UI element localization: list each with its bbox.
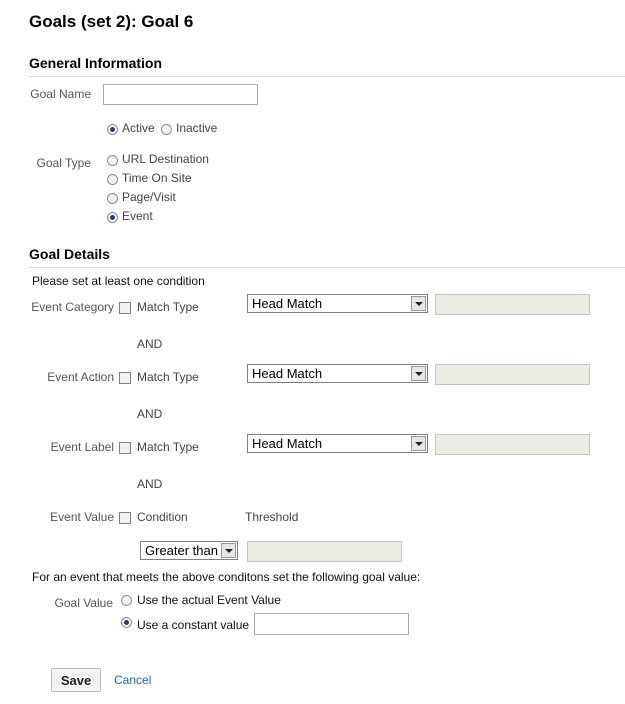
goal-value-label: Goal Value xyxy=(54,596,113,610)
divider xyxy=(29,267,625,268)
event-value-label: Event Value xyxy=(50,510,114,524)
event-action-match-select[interactable]: Head Match xyxy=(247,364,428,383)
goal-type-time-on-site-radio[interactable] xyxy=(107,174,118,185)
divider xyxy=(29,76,625,77)
use-actual-event-value-label: Use the actual Event Value xyxy=(137,593,281,607)
inactive-label: Inactive xyxy=(176,121,218,135)
goal-name-input[interactable] xyxy=(103,84,258,105)
cancel-link[interactable]: Cancel xyxy=(114,673,151,687)
event-category-match-type-checkbox[interactable] xyxy=(119,302,131,314)
condition-instruction: Please set at least one condition xyxy=(32,274,205,288)
threshold-label: Threshold xyxy=(245,510,299,524)
goal-type-event-label: Event xyxy=(122,209,153,223)
page-title: Goals (set 2): Goal 6 xyxy=(29,12,194,31)
event-category-match-select-value: Head Match xyxy=(252,296,323,311)
event-value-threshold-input[interactable] xyxy=(247,541,402,562)
event-label-match-select[interactable]: Head Match xyxy=(247,434,428,453)
event-action-label: Event Action xyxy=(47,370,114,384)
event-value-condition-label: Condition xyxy=(137,510,188,524)
goal-details-heading: Goal Details xyxy=(29,246,110,262)
event-label-match-type-label: Match Type xyxy=(137,440,199,454)
use-actual-event-value-radio[interactable] xyxy=(121,595,132,606)
goal-type-time-on-site-label: Time On Site xyxy=(122,171,192,185)
event-action-value-input[interactable] xyxy=(435,364,590,385)
event-action-match-type-label: Match Type xyxy=(137,370,199,384)
goal-type-label: Goal Type xyxy=(36,156,91,170)
general-information-heading: General Information xyxy=(29,55,163,71)
and-separator: AND xyxy=(137,477,163,491)
event-label-match-select-value: Head Match xyxy=(252,436,323,451)
use-constant-value-radio[interactable] xyxy=(121,617,132,628)
event-action-match-type-checkbox[interactable] xyxy=(119,372,131,384)
goal-type-page-visit-label: Page/Visit xyxy=(122,190,176,204)
event-category-value-input[interactable] xyxy=(435,294,590,315)
active-radio[interactable] xyxy=(107,124,118,135)
goal-type-event-radio[interactable] xyxy=(107,212,118,223)
constant-value-input[interactable] xyxy=(254,613,409,635)
use-constant-value-label: Use a constant value xyxy=(137,618,250,632)
and-separator: AND xyxy=(137,407,163,421)
goal-name-label: Goal Name xyxy=(30,87,91,101)
event-label-value-input[interactable] xyxy=(435,434,590,455)
chevron-down-icon xyxy=(221,543,236,558)
goal-type-url-destination-radio[interactable] xyxy=(107,155,118,166)
event-category-label: Event Category xyxy=(31,300,114,314)
event-label-match-type-checkbox[interactable] xyxy=(119,442,131,454)
event-action-match-select-value: Head Match xyxy=(252,366,323,381)
goal-value-instruction: For an event that meets the above condit… xyxy=(32,570,421,584)
active-label: Active xyxy=(122,121,155,135)
chevron-down-icon xyxy=(411,436,426,451)
event-value-condition-select-value: Greater than xyxy=(145,543,218,558)
event-value-condition-select[interactable]: Greater than xyxy=(140,541,238,560)
event-category-match-select[interactable]: Head Match xyxy=(247,294,428,313)
chevron-down-icon xyxy=(411,296,426,311)
chevron-down-icon xyxy=(411,366,426,381)
event-value-condition-checkbox[interactable] xyxy=(119,512,131,524)
save-button[interactable]: Save xyxy=(51,668,101,692)
goal-type-page-visit-radio[interactable] xyxy=(107,193,118,204)
event-category-match-type-label: Match Type xyxy=(137,300,199,314)
inactive-radio[interactable] xyxy=(161,124,172,135)
goal-type-url-destination-label: URL Destination xyxy=(122,152,209,166)
event-label-label: Event Label xyxy=(50,440,114,454)
and-separator: AND xyxy=(137,337,163,351)
